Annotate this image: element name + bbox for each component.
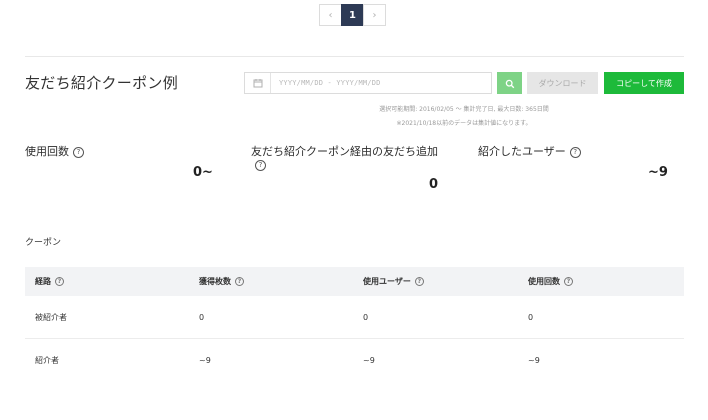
search-icon: [505, 74, 515, 93]
header-text: 使用ユーザー: [363, 277, 411, 286]
table-cell: 0: [199, 312, 205, 322]
help-icon[interactable]: ?: [73, 146, 84, 158]
table-cell: ~9: [363, 356, 375, 365]
calendar-icon: [245, 73, 271, 93]
stat-value-friend-added: 0: [429, 177, 439, 192]
table-cell: ~9: [528, 356, 540, 365]
copy-create-button[interactable]: コピーして作成: [604, 72, 684, 94]
header-text: 使用回数: [528, 277, 560, 286]
help-icon[interactable]: ?: [414, 277, 424, 286]
help-icon[interactable]: ?: [55, 277, 64, 286]
stat-value-referring-users: ~9: [648, 165, 668, 180]
header-used-users: 使用ユーザー?: [363, 276, 424, 287]
data-note: ※2021/10/18以前のデータは集計値になります。: [396, 120, 532, 127]
date-range-note: 選択可能期間: 2016/02/05 〜 集計完了日, 最大日数: 365日間: [379, 106, 549, 113]
table-header: 経路? 獲得枚数? 使用ユーザー? 使用回数?: [25, 267, 684, 296]
pagination: ‹ 1 ›: [319, 4, 386, 26]
table-cell: 0: [528, 312, 534, 322]
table-cell: 紹介者: [35, 356, 59, 365]
date-range-input[interactable]: YYYY/MM/DD - YYYY/MM/DD: [244, 72, 492, 94]
help-icon[interactable]: ?: [564, 277, 573, 286]
stat-label-text: 使用回数: [25, 145, 69, 158]
divider: [25, 56, 684, 57]
pagination-page-1[interactable]: 1: [341, 4, 364, 26]
section-title-coupon: クーポン: [25, 238, 62, 248]
help-icon[interactable]: ?: [235, 277, 244, 286]
stat-label-text: 紹介したユーザー: [478, 145, 566, 158]
table-cell: 0: [363, 312, 369, 322]
help-icon[interactable]: ?: [569, 146, 581, 158]
stat-value-usage-count: 0~: [193, 165, 213, 180]
pagination-prev-button[interactable]: ‹: [319, 4, 342, 26]
header-route: 経路?: [35, 276, 64, 287]
download-button[interactable]: ダウンロード: [527, 72, 598, 94]
header-text: 獲得枚数: [199, 277, 231, 286]
header-acquired-count: 獲得枚数?: [199, 276, 244, 287]
page-title: 友だち紹介クーポン例: [25, 74, 179, 92]
stat-label-friend-added: 友だち紹介クーポン経由の友だち追加?: [251, 145, 441, 171]
coupon-table: 経路? 獲得枚数? 使用ユーザー? 使用回数? 被紹介者 0 0 0 紹介者 ~…: [25, 267, 684, 382]
table-cell: 被紹介者: [35, 312, 67, 322]
table-cell: ~9: [199, 356, 211, 365]
header-text: 経路: [35, 277, 51, 286]
stat-label-usage-count: 使用回数?: [25, 145, 84, 158]
header-usage-count: 使用回数?: [528, 276, 573, 287]
table-row: 紹介者 ~9 ~9 ~9: [25, 339, 684, 382]
pagination-next-button[interactable]: ›: [363, 4, 386, 26]
help-icon[interactable]: ?: [255, 159, 266, 171]
table-row: 被紹介者 0 0 0: [25, 296, 684, 339]
search-button[interactable]: [497, 72, 522, 94]
stat-label-text: 友だち紹介クーポン経由の友だち追加: [251, 145, 438, 158]
date-range-placeholder: YYYY/MM/DD - YYYY/MM/DD: [279, 79, 381, 87]
stat-label-referring-users: 紹介したユーザー?: [478, 145, 581, 158]
